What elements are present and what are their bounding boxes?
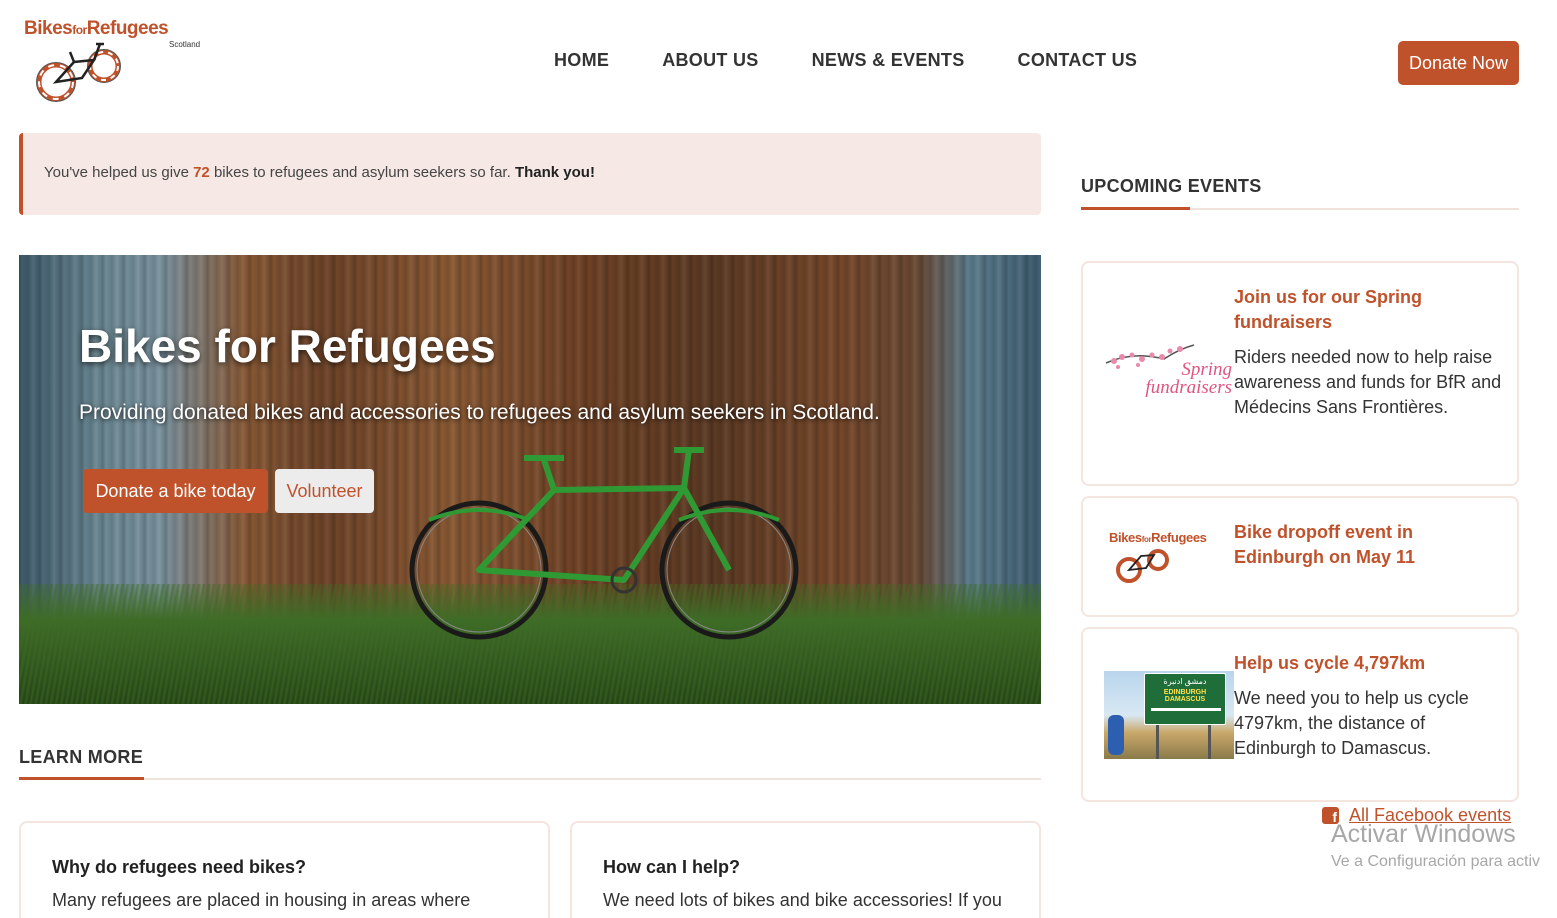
watermark-line-1: Activar Windows xyxy=(1331,820,1516,848)
main-nav: HOME ABOUT US NEWS & EVENTS CONTACT US xyxy=(530,50,1190,71)
card-title: Why do refugees need bikes? xyxy=(52,857,307,877)
fundraisers-text: fundraisers xyxy=(1145,377,1232,398)
hero-subtitle: Providing donated bikes and accessories … xyxy=(79,401,880,424)
donate-bike-button[interactable]: Donate a bike today xyxy=(83,469,268,513)
event-card-dropoff[interactable]: BikesforRefugees Bike dropoff event in E… xyxy=(1081,496,1519,617)
sign-arabic-text: دمشق ادنبرة xyxy=(1163,677,1207,686)
card-text: We need lots of bikes and bike accessori… xyxy=(603,890,1002,910)
alert-prefix: You've helped us give xyxy=(44,164,194,181)
event-description: Riders needed now to help raise awarenes… xyxy=(1234,347,1502,417)
learn-more-heading: LEARN MORE xyxy=(19,747,143,767)
upcoming-events-heading: UPCOMING EVENTS xyxy=(1081,176,1262,196)
alert-thanks: Thank you! xyxy=(514,164,595,181)
event-card-spring[interactable]: Spring fundraisers Join us for our Sprin… xyxy=(1081,261,1519,486)
cyclist-figure xyxy=(1108,715,1124,755)
road-sign-image: دمشق ادنبرة EDINBURGH DAMASCUS xyxy=(1104,671,1234,759)
impact-alert: You've helped us give 72 bikes to refuge… xyxy=(19,133,1041,215)
site-header: BikesforRefugees Scotland HOME ABOUT US … xyxy=(0,0,1557,110)
hero-title: Bikes for Refugees xyxy=(79,320,496,372)
why-bikes-card[interactable]: Why do refugees need bikes? Many refugee… xyxy=(19,821,550,918)
learn-more-divider xyxy=(19,778,1041,780)
watermark-line-2: Ve a Configuración para activ xyxy=(1331,853,1541,870)
hero-banner: Bikes for Refugees Providing donated bik… xyxy=(19,255,1041,704)
bicycle-icon xyxy=(1116,549,1169,583)
donate-now-button[interactable]: Donate Now xyxy=(1398,41,1519,85)
card-text: Many refugees are placed in housing in a… xyxy=(52,890,471,910)
volunteer-button[interactable]: Volunteer xyxy=(275,469,374,513)
bicycle-logo-icon xyxy=(36,42,121,102)
sign-latin-text: EDINBURGH DAMASCUS xyxy=(1163,689,1207,703)
event-title[interactable]: Join us for our Spring fundraisers xyxy=(1234,285,1504,335)
bike-count: 72 xyxy=(193,164,210,181)
how-help-card[interactable]: How can I help? We need lots of bikes an… xyxy=(570,821,1041,918)
alert-suffix: bikes to refugees and asylum seekers so … xyxy=(209,164,515,181)
nav-about-us[interactable]: ABOUT US xyxy=(662,50,758,71)
card-title: How can I help? xyxy=(603,857,741,877)
logo-wordmark: BikesforRefugees xyxy=(24,18,169,39)
logo-subtitle: Scotland xyxy=(169,40,201,49)
nav-news-events[interactable]: NEWS & EVENTS xyxy=(812,50,965,71)
event-card-cycle[interactable]: دمشق ادنبرة EDINBURGH DAMASCUS Help us c… xyxy=(1081,627,1519,802)
nav-home[interactable]: HOME xyxy=(554,50,609,71)
event-description: We need you to help us cycle 4797km, the… xyxy=(1234,688,1469,758)
hero-bicycle-image xyxy=(409,447,799,640)
bfr-logo-image: BikesforRefugees xyxy=(1104,528,1232,586)
events-accent xyxy=(1081,207,1190,210)
spring-fundraisers-image: Spring fundraisers xyxy=(1105,344,1232,398)
nav-contact-us[interactable]: CONTACT US xyxy=(1018,50,1138,71)
windows-activation-watermark: Activar Windows Ve a Configuración para … xyxy=(1331,820,1540,871)
site-logo[interactable]: BikesforRefugees Scotland xyxy=(24,18,206,102)
event-title[interactable]: Help us cycle 4,797km xyxy=(1234,651,1504,676)
learn-more-accent xyxy=(19,777,144,780)
event-title[interactable]: Bike dropoff event in Edinburgh on May 1… xyxy=(1234,520,1504,570)
